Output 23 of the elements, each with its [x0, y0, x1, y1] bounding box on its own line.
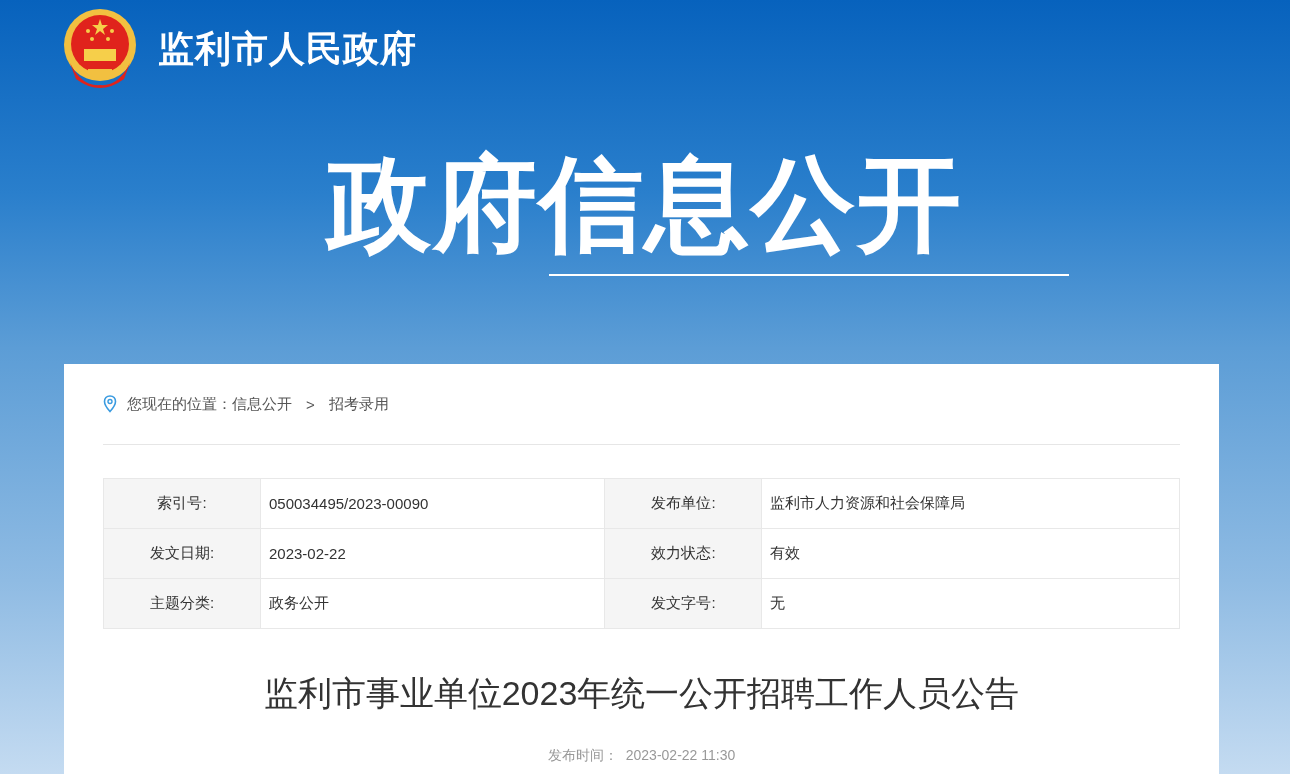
breadcrumb-separator: >	[306, 395, 315, 413]
article-title: 监利市事业单位2023年统一公开招聘工作人员公告	[262, 673, 1021, 714]
meta-label: 索引号:	[103, 478, 261, 529]
meta-label: 主题分类:	[103, 578, 261, 629]
publish-label: 发布时间：	[547, 747, 618, 765]
location-pin-icon	[103, 395, 117, 413]
emblem-icon	[62, 7, 138, 91]
meta-label: 效力状态:	[605, 528, 762, 579]
meta-value: 050034495/2023-00090	[260, 478, 605, 529]
site-name: 监利市人民政府	[158, 26, 417, 71]
meta-value: 2023-02-22	[260, 528, 605, 579]
meta-value: 政务公开	[260, 578, 605, 629]
meta-value: 无	[762, 578, 1180, 629]
meta-label: 发文字号:	[605, 578, 762, 629]
meta-value: 有效	[762, 528, 1180, 579]
banner-title: 政府信息公开	[324, 152, 964, 256]
breadcrumb-label: 您现在的位置：	[127, 394, 232, 414]
meta-label: 发文日期:	[103, 528, 261, 579]
meta-label: 发布单位:	[605, 478, 762, 529]
publish-time: 2023-02-22 11:30	[625, 747, 736, 765]
breadcrumb-link[interactable]: 信息公开	[232, 394, 292, 414]
breadcrumb-link[interactable]: 招考录用	[328, 394, 389, 414]
meta-value: 监利市人力资源和社会保障局	[762, 478, 1180, 529]
